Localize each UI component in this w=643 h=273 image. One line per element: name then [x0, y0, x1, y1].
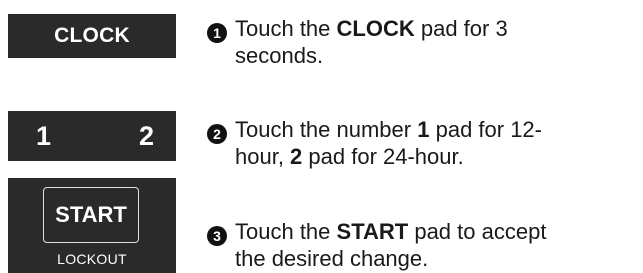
step-2-text-d: pad for 24-hour.: [302, 144, 464, 169]
step-3-instruction: 3 Touch the START pad to accept the desir…: [207, 219, 637, 272]
step-3-bold-start: START: [336, 219, 409, 244]
clock-pad-label: CLOCK: [54, 24, 130, 47]
step-1-text-a: Touch the: [235, 16, 337, 41]
step-2-line-1: 2 Touch the number 1 pad for 12-: [207, 117, 637, 144]
lockout-label: LOCKOUT: [57, 251, 127, 267]
step-2-marker-icon: 2: [207, 124, 227, 144]
step-2-text-b: pad for 12-: [429, 117, 542, 142]
step-1-instruction: 1 Touch the CLOCK pad for 3 seconds.: [207, 16, 637, 69]
step-2-text-c: hour,: [235, 144, 291, 169]
step-2-bold-1: 1: [417, 117, 430, 142]
step-1-bold-clock: CLOCK: [336, 16, 415, 41]
step-3-line-2: the desired change.: [235, 246, 429, 271]
step-2-text-a: Touch the number: [235, 117, 418, 142]
number-1-pad[interactable]: 1: [36, 121, 51, 152]
step-1-marker-icon: 1: [207, 23, 227, 43]
clock-pad[interactable]: CLOCK: [8, 14, 176, 58]
step-2-line-2: hour, 2 pad for 24-hour.: [207, 144, 637, 170]
number-pads: 1 2: [8, 111, 176, 161]
step-2-instruction: 2 Touch the number 1 pad for 12- hour, 2 …: [207, 117, 637, 170]
step-3-marker-icon: 3: [207, 226, 227, 246]
step-1-line-2: seconds.: [235, 43, 324, 68]
step-1-text-b: pad for 3: [414, 16, 508, 41]
start-pad-panel: START LOCKOUT: [8, 178, 176, 273]
number-2-pad[interactable]: 2: [139, 121, 154, 152]
step-3-line-1: 3 Touch the START pad to accept: [207, 219, 637, 246]
start-pad[interactable]: START: [43, 187, 139, 243]
step-3-text-a: Touch the: [235, 219, 337, 244]
step-2-bold-2: 2: [290, 144, 303, 169]
step-3-text-b: pad to accept: [408, 219, 547, 244]
step-1-line-1: 1 Touch the CLOCK pad for 3: [207, 16, 637, 43]
start-pad-label: START: [55, 202, 127, 227]
